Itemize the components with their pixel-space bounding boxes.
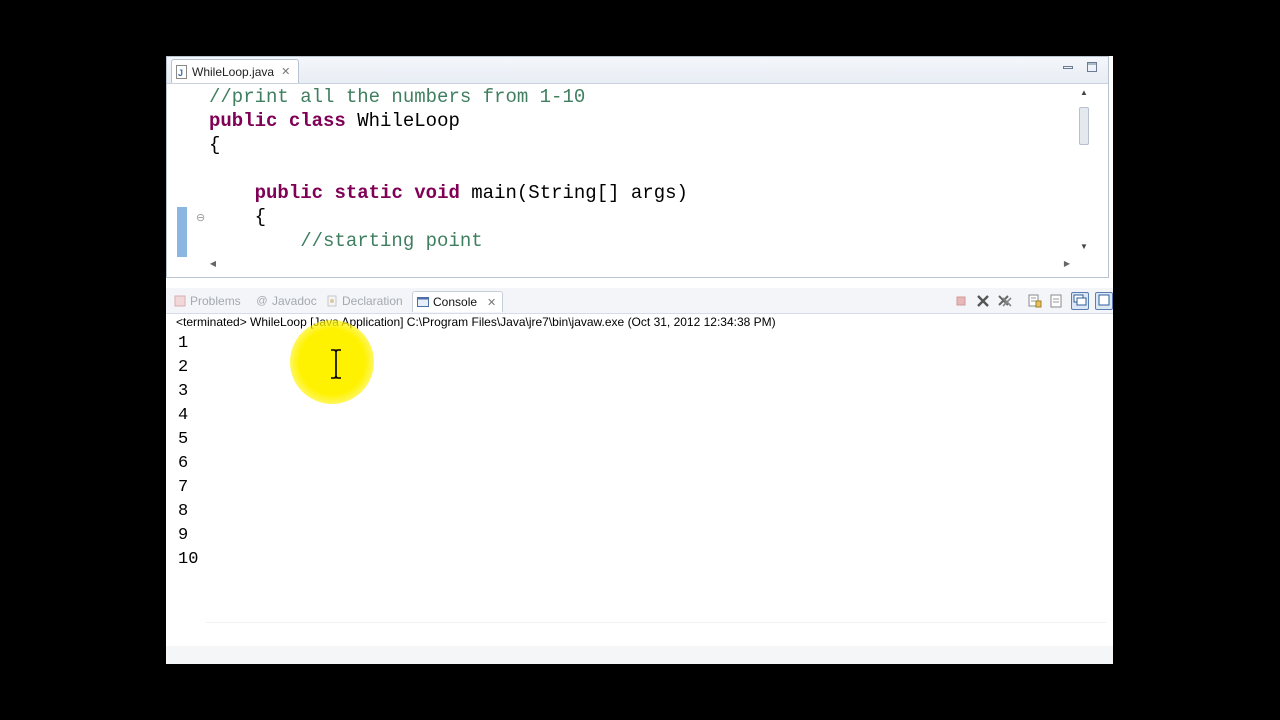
divider [206, 622, 1106, 623]
code-line-7: //starting point [300, 230, 483, 252]
javadoc-icon: @ [256, 295, 268, 307]
close-icon[interactable]: ✕ [281, 65, 290, 78]
tab-console[interactable]: Console ✕ [412, 291, 504, 312]
editor-tab-whileloop[interactable]: J WhileLoop.java ✕ [171, 59, 300, 83]
ibeam-cursor-icon [330, 349, 342, 379]
declaration-icon [326, 295, 338, 307]
close-icon[interactable]: ✕ [487, 296, 496, 309]
open-console-icon[interactable] [1095, 292, 1113, 310]
console-output-line: 4 [178, 406, 189, 425]
scroll-down-icon[interactable]: ▼ [1077, 241, 1091, 253]
scroll-lock-icon[interactable] [1027, 293, 1043, 309]
editor-horizontal-scrollbar[interactable]: ◀ ▶ [207, 257, 1073, 271]
change-marker [177, 207, 187, 257]
remove-all-icon[interactable] [997, 293, 1013, 309]
tab-problems-label: Problems [190, 294, 241, 308]
views-tab-bar: Problems @ Javadoc Declaration Console ✕ [166, 288, 1113, 314]
scroll-thumb[interactable] [1079, 107, 1089, 145]
scroll-up-icon[interactable]: ▲ [1077, 87, 1091, 99]
display-console-icon[interactable] [1071, 292, 1089, 310]
console-output-line: 3 [178, 382, 189, 401]
code-line-1: //print all the numbers from 1-10 [209, 86, 586, 108]
tab-javadoc[interactable]: @ Javadoc [256, 291, 317, 311]
remove-launch-icon[interactable] [975, 293, 991, 309]
console-output-line: 9 [178, 526, 189, 545]
console-output-line: 7 [178, 478, 189, 497]
code-line-6: { [254, 206, 267, 228]
console-output-line: 10 [178, 550, 199, 569]
editor-vertical-scrollbar[interactable]: ▲ ▼ [1077, 85, 1091, 255]
console-output-line: 6 [178, 454, 189, 473]
editor-tab-bar: J WhileLoop.java ✕ [167, 57, 1108, 84]
problems-icon [174, 295, 186, 307]
maximize-icon[interactable] [1086, 61, 1098, 73]
tab-console-label: Console [433, 295, 478, 309]
code-area[interactable]: ⊖ //print all the numbers from 1-10 publ… [167, 83, 1075, 257]
tab-declaration[interactable]: Declaration [326, 291, 403, 311]
code-line-2: public class WhileLoop [209, 110, 460, 132]
pin-icon[interactable] [1049, 293, 1065, 309]
console-icon [417, 296, 429, 308]
terminate-icon[interactable] [953, 293, 969, 309]
console-output-line: 8 [178, 502, 189, 521]
tab-declaration-label: Declaration [342, 294, 403, 308]
console-output-line: 5 [178, 430, 189, 449]
code-line-3: { [209, 134, 221, 156]
console-output-line: 2 [178, 358, 189, 377]
java-file-icon: J [176, 64, 188, 79]
svg-text:J: J [178, 68, 183, 78]
tab-problems[interactable]: Problems [174, 291, 241, 311]
editor-tab-label: WhileLoop.java [192, 64, 275, 79]
scroll-right-icon[interactable]: ▶ [1061, 257, 1073, 271]
console-toolbar [953, 292, 1113, 310]
fold-collapse-icon[interactable]: ⊖ [196, 211, 205, 224]
minimize-icon[interactable] [1062, 61, 1074, 73]
code-editor: J WhileLoop.java ✕ ⊖ //print all the num… [166, 56, 1109, 278]
console-output-line: 1 [178, 334, 189, 353]
console-status: <terminated> WhileLoop [Java Application… [176, 315, 776, 329]
tab-javadoc-label: Javadoc [272, 294, 317, 308]
editor-window-controls [1062, 61, 1098, 73]
bottom-strip [166, 646, 1113, 664]
code-line-5: public static void main(String[] args) [254, 182, 688, 204]
scroll-left-icon[interactable]: ◀ [207, 257, 219, 271]
